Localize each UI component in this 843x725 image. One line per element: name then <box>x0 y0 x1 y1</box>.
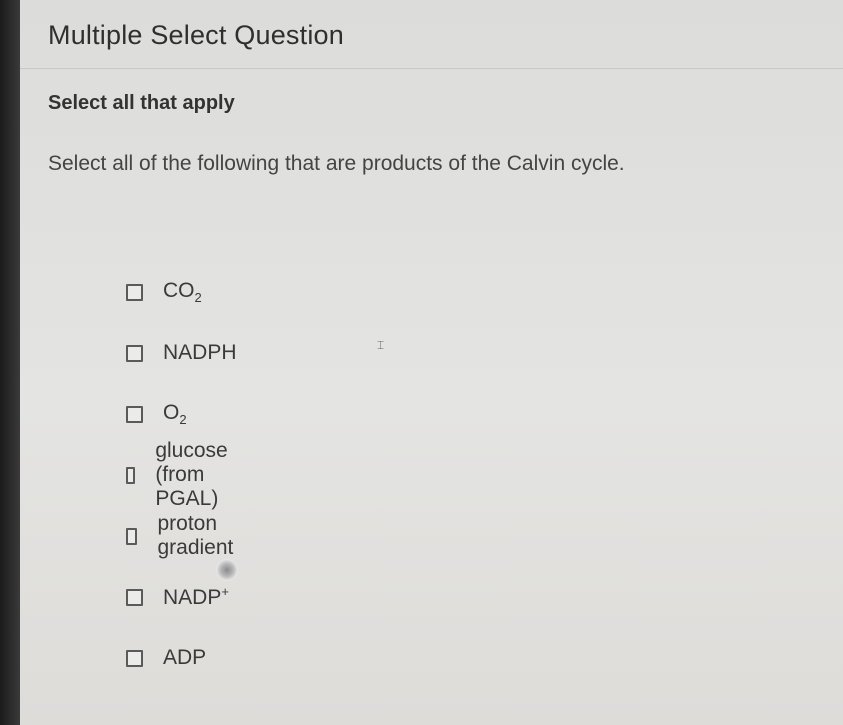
option-proton-gradient[interactable]: proton gradient <box>126 512 239 559</box>
option-label: CO2 <box>163 278 202 306</box>
checkbox-icon[interactable] <box>126 527 138 545</box>
option-label: ADP <box>163 646 207 669</box>
question-panel: Multiple Select Question Select all that… <box>20 0 843 725</box>
option-label: NADPH <box>163 341 237 364</box>
option-label: proton gradient <box>157 512 234 559</box>
option-adp[interactable]: ADP <box>126 638 206 678</box>
checkbox-icon[interactable] <box>126 344 143 362</box>
option-glucose[interactable]: glucose (from PGAL) <box>126 439 235 510</box>
screen: Multiple Select Question Select all that… <box>0 0 843 725</box>
title-divider <box>20 68 843 69</box>
option-label: glucose (from PGAL) <box>155 439 228 510</box>
option-nadp-plus[interactable]: NADP+ <box>126 577 229 617</box>
checkbox-icon[interactable] <box>126 649 143 667</box>
option-label: O2 <box>163 400 187 428</box>
loading-spinner-icon <box>216 559 238 581</box>
instruction-text: Select all that apply <box>48 92 235 114</box>
option-o2[interactable]: O2 <box>126 394 187 434</box>
checkbox-icon[interactable] <box>126 466 136 484</box>
option-nadph[interactable]: NADPH <box>126 333 237 373</box>
mouse-cursor-icon: ⌶ <box>377 338 385 352</box>
option-label: NADP+ <box>163 584 229 609</box>
question-title: Multiple Select Question <box>48 20 344 50</box>
checkbox-icon[interactable] <box>126 405 143 423</box>
question-prompt: Select all of the following that are pro… <box>48 152 625 175</box>
checkbox-icon[interactable] <box>126 283 143 301</box>
monitor-bezel <box>0 0 20 725</box>
checkbox-icon[interactable] <box>126 588 143 606</box>
option-co2[interactable]: CO2 <box>126 272 202 312</box>
